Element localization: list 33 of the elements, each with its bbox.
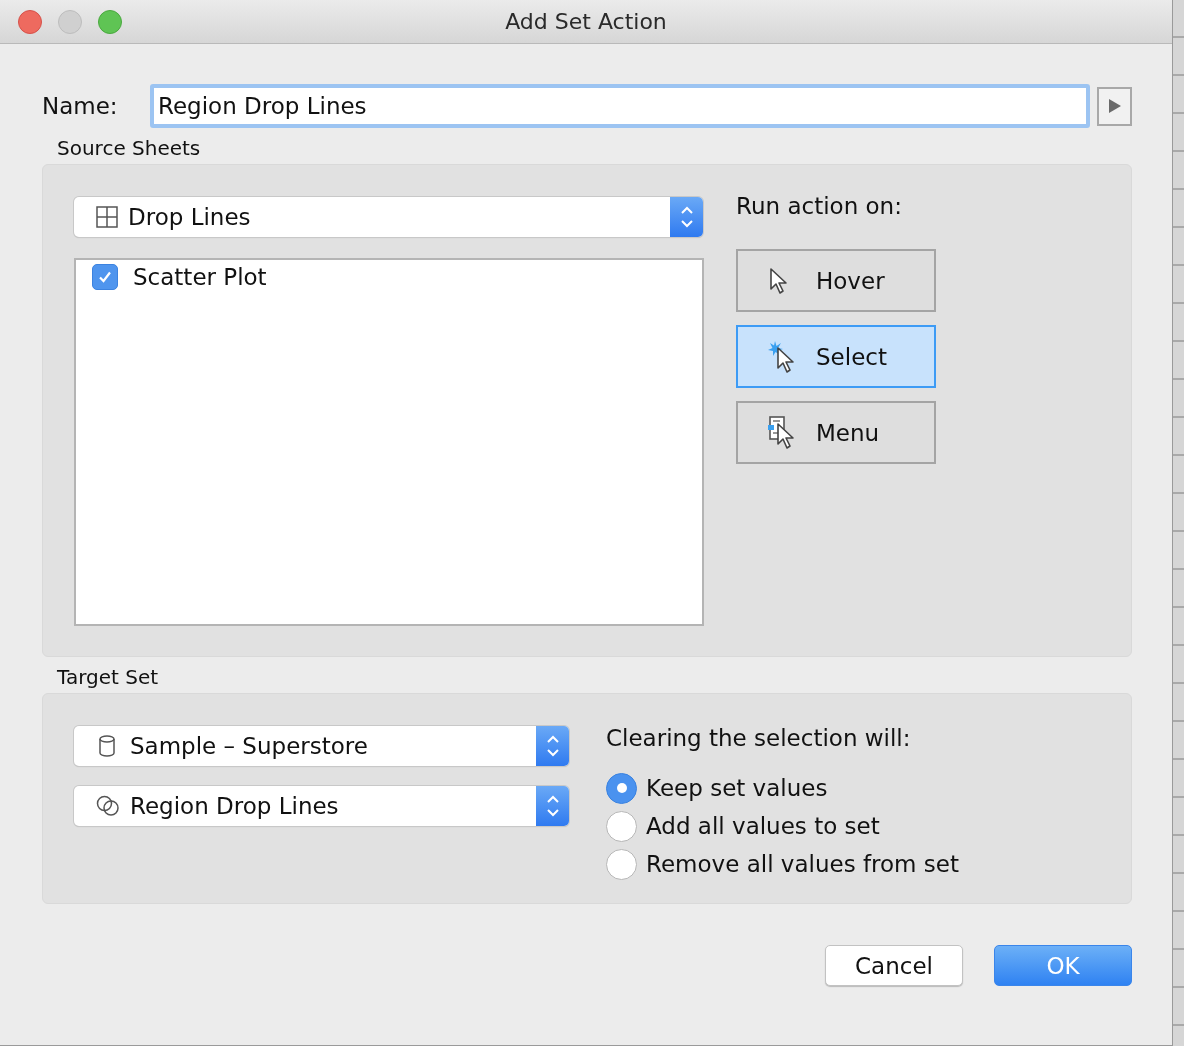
radio-button[interactable]: [606, 810, 637, 842]
grid-icon: [96, 206, 118, 228]
run-action-button[interactable]: Hover: [736, 249, 936, 312]
cancel-button[interactable]: Cancel: [825, 945, 963, 986]
radio-option[interactable]: Remove all values from set: [606, 845, 959, 883]
run-action-label: Run action on:: [736, 193, 902, 219]
sheet-dropdown[interactable]: Drop Lines: [74, 197, 703, 237]
zoom-button[interactable]: [98, 9, 122, 34]
play-icon: [1107, 98, 1122, 114]
run-action-button[interactable]: Menu: [736, 401, 936, 464]
data-source-dropdown[interactable]: Sample – Superstore: [74, 726, 569, 766]
cylinder-icon: [98, 735, 116, 757]
radio-button[interactable]: [606, 848, 637, 880]
clearing-label: Clearing the selection will:: [606, 725, 911, 751]
overlapping-circles-icon: [96, 795, 120, 817]
name-label: Name:: [42, 93, 119, 119]
section-heading: Source Sheets: [57, 136, 201, 160]
window-title: Add Set Action: [505, 9, 667, 34]
stepper-arrows-icon: [536, 726, 569, 766]
set-dropdown[interactable]: Region Drop Lines: [74, 786, 569, 826]
name-field[interactable]: Region Drop Lines: [150, 84, 1090, 128]
radio-button[interactable]: [606, 772, 637, 804]
section-heading: Target Set: [57, 665, 159, 689]
close-button[interactable]: [18, 9, 42, 34]
stepper-arrows-icon: [536, 786, 569, 826]
radio-option[interactable]: Add all values to set: [606, 807, 880, 845]
stepper-arrows-icon: [670, 197, 703, 237]
expand-button[interactable]: [1097, 86, 1132, 126]
checkbox[interactable]: [92, 264, 118, 290]
sheet-item[interactable]: Scatter Plot: [76, 260, 267, 290]
radio-option[interactable]: Keep set values: [606, 769, 828, 807]
run-action-button[interactable]: Select: [736, 325, 936, 388]
cursor-icon: [768, 266, 790, 295]
